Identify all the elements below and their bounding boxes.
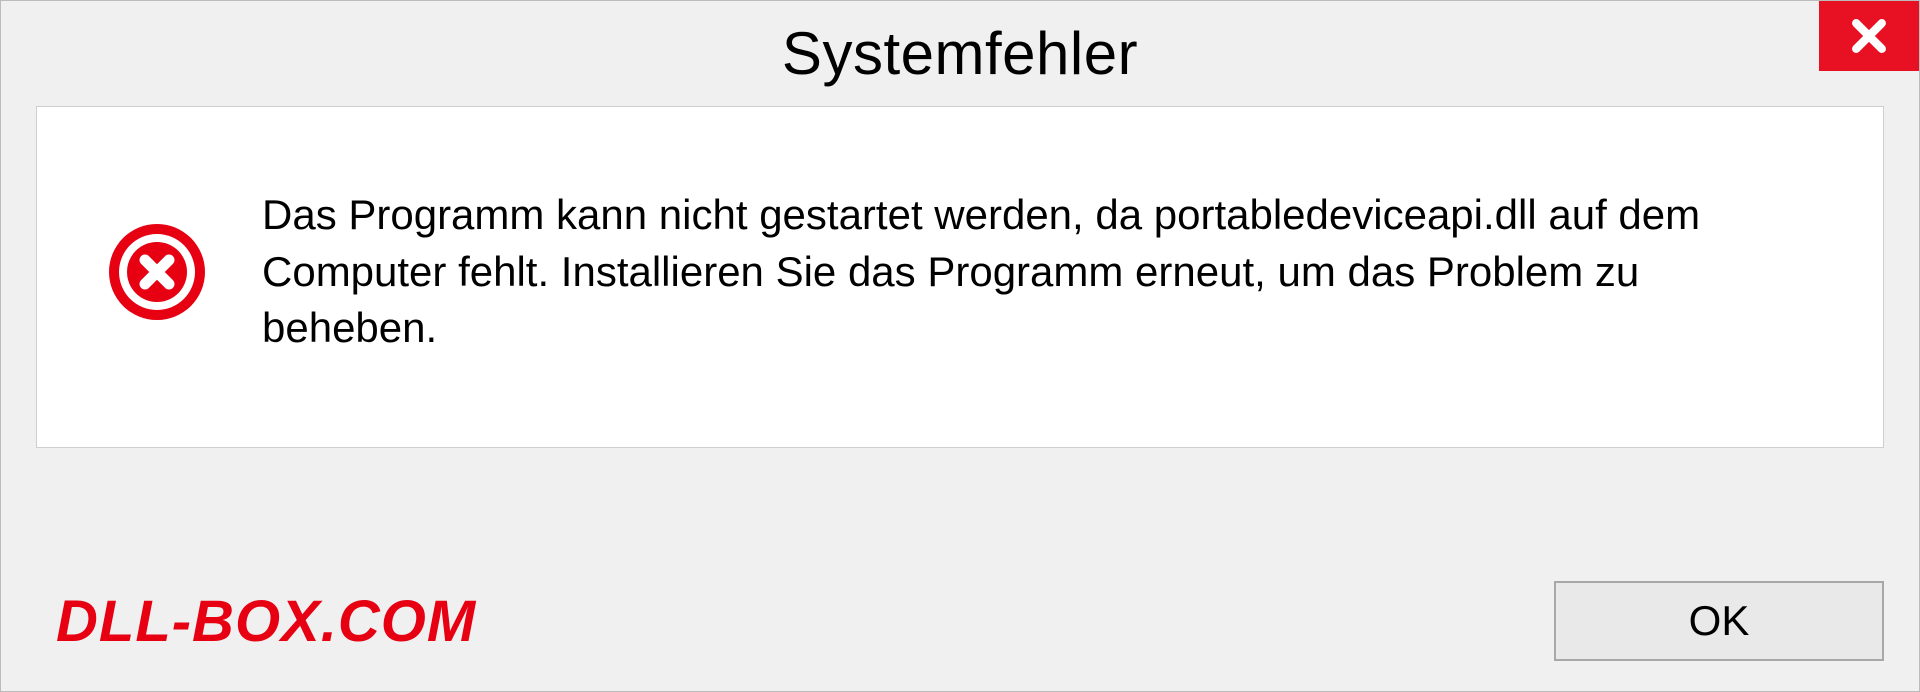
watermark-text: DLL-BOX.COM [56, 588, 476, 655]
close-icon [1847, 14, 1891, 58]
close-button[interactable] [1819, 1, 1919, 71]
dialog-footer: DLL-BOX.COM OK [1, 551, 1919, 691]
error-icon [107, 222, 207, 322]
dialog-title: Systemfehler [782, 19, 1138, 88]
error-dialog: Systemfehler Das Programm kann nicht ges… [0, 0, 1920, 692]
error-message: Das Programm kann nicht gestartet werden… [262, 187, 1823, 357]
content-panel: Das Programm kann nicht gestartet werden… [36, 106, 1884, 448]
ok-button[interactable]: OK [1554, 581, 1884, 661]
titlebar: Systemfehler [1, 1, 1919, 106]
